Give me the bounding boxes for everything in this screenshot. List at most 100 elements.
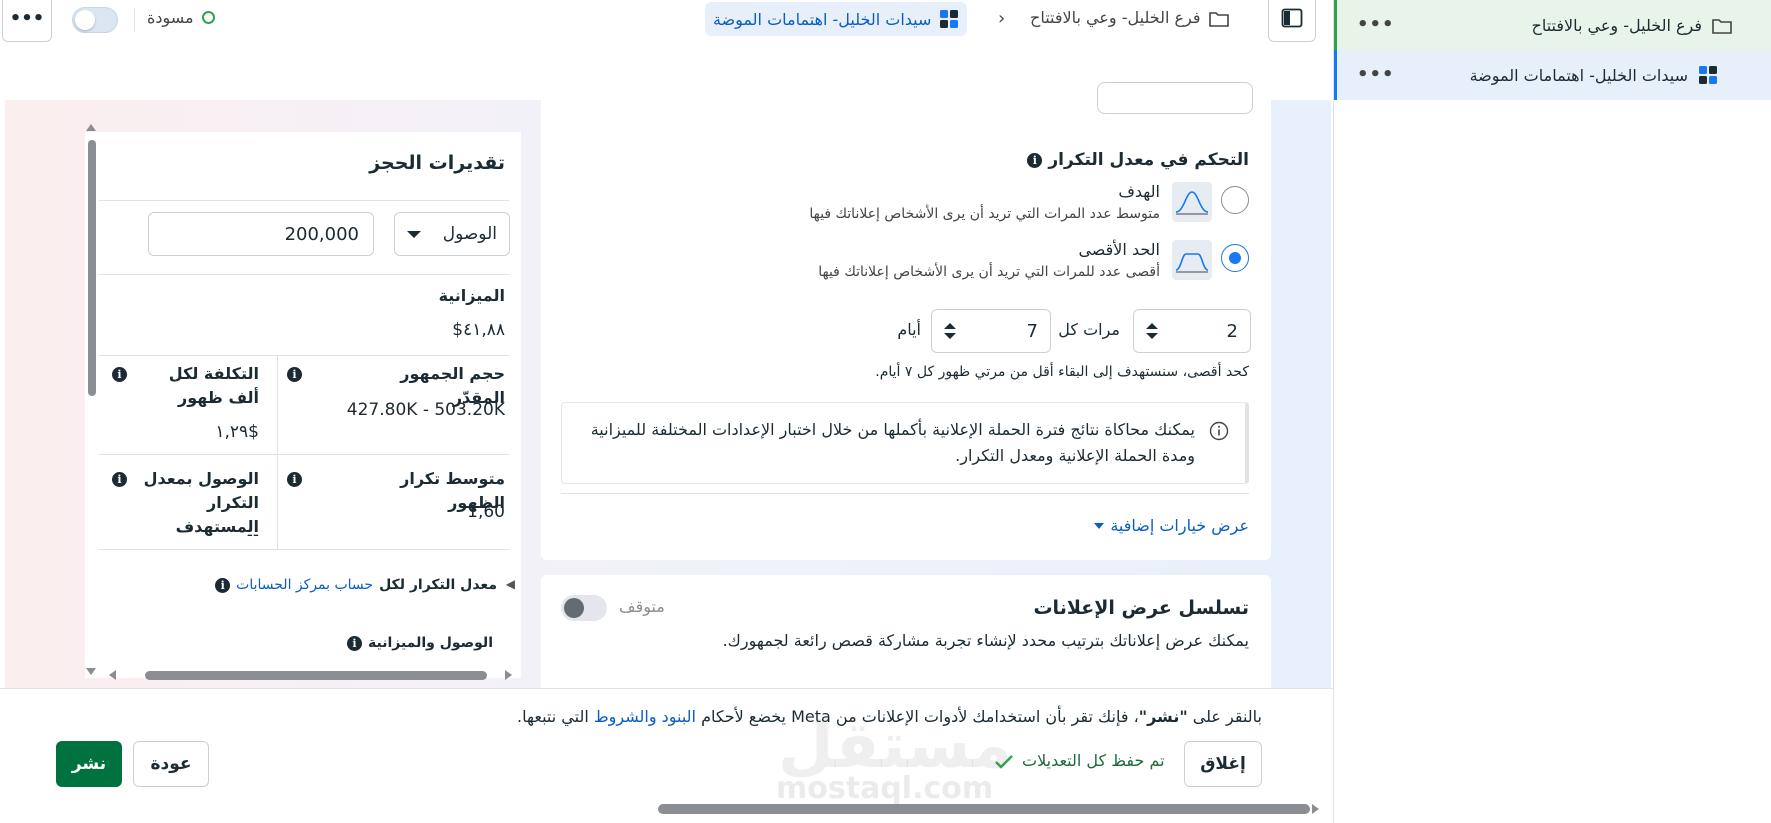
folder-icon — [1208, 8, 1229, 27]
legal-part: التي نتبعها. — [517, 707, 594, 726]
target-reach-label: الوصول بمعدل التكرار المستهدف — [143, 469, 259, 536]
target-reach-value: -- — [246, 525, 259, 545]
divider — [99, 200, 509, 201]
info-icon[interactable]: i — [347, 635, 362, 651]
close-button[interactable]: إغلاق — [1184, 741, 1262, 787]
estimates-vertical-scrollbar[interactable] — [85, 118, 97, 688]
stepper-arrows-icon[interactable] — [944, 323, 956, 339]
estimates-panel: تقديرات الحجز الوصول الميزانية $٤١,٨٨ حج… — [85, 132, 521, 678]
ad-sequencing-description: يمكنك عرض إعلاناتك بترتيب محدد لإنشاء تج… — [722, 631, 1249, 650]
scrollbar-thumb[interactable] — [658, 804, 1310, 814]
ad-sequencing-toggle[interactable] — [561, 595, 607, 621]
ad-sequencing-title: تسلسل عرض الإعلانات — [1033, 597, 1249, 619]
cap-option-desc: أقصى عدد للمرات التي تريد أن يرى الأشخاص… — [818, 264, 1160, 280]
frequency-control-title: التحكم في معدل التكرار i — [1027, 150, 1249, 170]
info-icon[interactable]: i — [112, 367, 127, 382]
adset-more-button[interactable]: ••• — [1357, 64, 1395, 85]
days-label: أيام — [897, 320, 921, 339]
legal-part: ، فإنك تقر بأن استخدامك لأدوات الإعلانات… — [696, 707, 1139, 726]
back-button[interactable]: عودة — [133, 741, 209, 787]
chevron-left-icon[interactable]: ◀ — [506, 577, 515, 591]
sidebar: ••• فرع الخليل- وعي بالافتتاح ••• سيدات … — [1333, 0, 1771, 823]
status-label: مسودة — [147, 8, 194, 27]
breadcrumb-adset[interactable]: سيدات الخليل- اهتمامات الموضة — [705, 2, 968, 36]
cap-radio[interactable] — [1221, 244, 1249, 272]
info-icon[interactable]: i — [112, 472, 127, 487]
reach-budget-label: الوصول والميزانية — [368, 635, 493, 651]
sidebar-panel-icon — [1281, 8, 1303, 28]
terms-link[interactable]: البنود والشروط — [594, 707, 696, 726]
accounts-center-link[interactable]: حساب بمركز الحسابات — [236, 577, 373, 593]
truncated-select[interactable] — [1097, 82, 1253, 114]
chevron-icon: › — [998, 8, 1006, 29]
publish-button[interactable]: نشر — [56, 741, 122, 787]
ad-sequencing-card: تسلسل عرض الإعلانات متوقف يمكنك عرض إعلا… — [541, 575, 1271, 688]
folder-icon — [1712, 16, 1732, 35]
reach-input[interactable] — [148, 212, 374, 256]
reach-budget-section[interactable]: الوصول والميزانية i — [347, 635, 493, 651]
estimates-horizontal-scrollbar[interactable] — [105, 668, 517, 682]
sidebar-item-campaign[interactable]: ••• فرع الخليل- وعي بالافتتاح — [1334, 0, 1771, 50]
days-stepper[interactable]: 7 — [931, 309, 1051, 353]
sidebar-item-label: فرع الخليل- وعي بالافتتاح — [1531, 15, 1702, 35]
breadcrumb-campaign[interactable]: فرع الخليل- وعي بالافتتاح — [1030, 8, 1229, 27]
bell-curve-icon — [1172, 182, 1212, 222]
times-value: 2 — [1226, 320, 1238, 342]
page-horizontal-scrollbar[interactable] — [650, 802, 1320, 816]
times-label: مرات كل — [1058, 320, 1120, 339]
scrollbar-thumb[interactable] — [145, 671, 487, 680]
info-icon[interactable]: i — [1027, 152, 1043, 168]
flat-curve-icon — [1172, 240, 1212, 280]
info-outline-icon — [1209, 421, 1229, 445]
frequency-note: كحد أقصى، سنستهدف إلى البقاء أقل من مرتي… — [875, 364, 1249, 380]
sidebar-item-label: سيدات الخليل- اهتمامات الموضة — [1469, 65, 1688, 85]
frequency-per-account[interactable]: معدل التكرار لكل حساب بمركز الحسابات i — [215, 577, 497, 593]
frequency-title-label: التحكم في معدل التكرار — [1048, 150, 1249, 170]
chevron-down-icon — [407, 230, 421, 238]
status-ring-icon — [201, 11, 215, 24]
check-icon — [994, 751, 1014, 770]
grid-icon — [939, 9, 959, 30]
ad-sequencing-status: متوقف — [619, 597, 665, 616]
divider — [561, 493, 1249, 494]
more-options-link[interactable]: عرض خيارات إضافية — [1094, 516, 1249, 535]
simulation-info-box: يمكنك محاكاة نتائج فترة الحملة الإعلانية… — [561, 402, 1249, 484]
metric-select[interactable]: الوصول — [394, 212, 510, 256]
grid-icon — [1698, 65, 1718, 86]
watermark: mostaql.com — [776, 771, 994, 806]
info-icon[interactable]: i — [287, 472, 302, 487]
divider — [99, 454, 509, 455]
more-options-button[interactable]: ••• — [2, 0, 52, 42]
status-toggle[interactable] — [72, 7, 118, 33]
sidebar-panel-button[interactable] — [1268, 0, 1316, 42]
legal-part: بالنقر على — [1187, 707, 1262, 726]
sidebar-item-adset[interactable]: ••• سيدات الخليل- اهتمامات الموضة — [1334, 50, 1771, 100]
cap-option-title: الحد الأقصى — [1078, 240, 1160, 259]
simulation-text: يمكنك محاكاة نتائج فترة الحملة الإعلانية… — [590, 420, 1195, 465]
avg-frequency-value: 1,60 — [467, 502, 505, 522]
info-icon[interactable]: i — [287, 367, 302, 382]
legal-bold: "نشر" — [1138, 707, 1188, 726]
saved-label: تم حفظ كل التعديلات — [1022, 751, 1165, 770]
estimates-title: تقديرات الحجز — [369, 152, 505, 174]
days-value: 7 — [1026, 320, 1038, 342]
divider — [99, 549, 509, 550]
budget-value: $٤١,٨٨ — [452, 320, 505, 340]
scrollbar-thumb[interactable] — [88, 140, 96, 396]
more-options-label: عرض خيارات إضافية — [1110, 516, 1249, 535]
stepper-arrows-icon[interactable] — [1146, 323, 1158, 339]
cpm-label: التكلفة لكل ألف ظهور — [168, 364, 259, 407]
legal-text: بالنقر على "نشر"، فإنك تقر بأن استخدامك … — [517, 707, 1262, 726]
chevron-down-icon — [1094, 522, 1105, 529]
info-icon[interactable]: i — [215, 577, 231, 593]
divider — [99, 355, 509, 356]
breadcrumb-label: سيدات الخليل- اهتمامات الموضة — [713, 9, 932, 29]
divider — [134, 8, 135, 32]
campaign-more-button[interactable]: ••• — [1357, 14, 1395, 35]
divider — [277, 355, 278, 549]
times-stepper[interactable]: 2 — [1133, 309, 1251, 353]
cpm-value: $١,٢٩ — [215, 422, 259, 442]
divider — [99, 274, 509, 275]
target-radio[interactable] — [1221, 186, 1249, 214]
target-option-title: الهدف — [1118, 182, 1160, 201]
